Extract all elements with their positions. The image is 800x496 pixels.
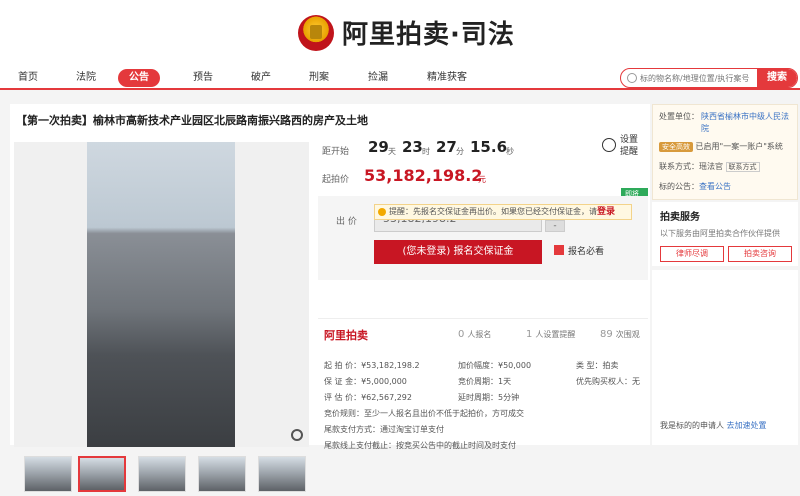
thumbnail[interactable] — [198, 456, 246, 492]
applicant-panel: 我是标的的申请人 去加速处置 — [652, 270, 798, 445]
nav-item-home[interactable]: 首页 — [18, 69, 38, 87]
view-label: 次围观 — [615, 330, 640, 339]
contact-name: 瑶法官 — [699, 162, 723, 171]
detail-delay: 延时周期：5分钟 — [458, 393, 520, 402]
clock-icon — [602, 138, 616, 152]
deposit-notice: 提醒：先报名交保证金再出价。如果您已经交付保证金，请登录 — [374, 204, 632, 220]
service-title: 拍卖服务 — [660, 212, 700, 223]
secure-badge: 安全高效 — [659, 142, 693, 152]
listing-panel: 【第一次拍卖】榆林市高新技术产业园区北辰路南振兴路西的房产及土地 距开始 29 … — [10, 104, 650, 492]
detail-deposit: 保 证 金：¥5,000,000 — [324, 377, 407, 386]
detail-deadline: 尾款线上支付截止：按竞买公告中的截止时间及时支付 — [324, 441, 516, 450]
countdown-days: 29 — [368, 138, 389, 156]
applicant-text: 我是标的的申请人 — [660, 421, 724, 430]
secure-text: 已启用"一案一账户"系统 — [695, 142, 783, 151]
search-icon — [627, 73, 637, 83]
set-reminder-button[interactable]: 设置提醒 — [598, 134, 648, 164]
seconds-unit: 秒 — [506, 147, 514, 156]
court-emblem-icon — [298, 14, 334, 51]
countdown-hours: 23 — [402, 138, 423, 156]
start-price-value: 53,182,198.2 — [364, 166, 483, 185]
listing-title: 【第一次拍卖】榆林市高新技术产业园区北辰路南振兴路西的房产及土地 — [16, 114, 368, 127]
minutes-unit: 分 — [456, 147, 464, 156]
detail-rule: 竞价规则：至少一人报名且出价不低于起拍价，方可成交 — [324, 409, 524, 418]
thumbnail[interactable] — [138, 456, 186, 492]
nav-item-notice[interactable]: 公告 — [118, 69, 160, 87]
thumbnail[interactable] — [24, 456, 72, 492]
sidebar: 处置单位： 陕西省榆林市中级人民法院 安全高效 已启用"一案一账户"系统 联系方… — [652, 104, 798, 445]
court-info: 处置单位： 陕西省榆林市中级人民法院 安全高效 已启用"一案一账户"系统 联系方… — [652, 104, 798, 200]
nav-item-preview[interactable]: 预告 — [193, 69, 213, 87]
accelerate-link[interactable]: 去加速处置 — [727, 421, 767, 430]
service-desc: 以下服务由阿里拍卖合作伙伴提供 — [660, 229, 780, 238]
search-button[interactable]: 搜索 — [757, 69, 797, 87]
price-unit: 元 — [478, 175, 486, 184]
nav-item-bankruptcy[interactable]: 破产 — [251, 69, 271, 87]
court-name-link[interactable]: 陕西省榆林市中级人民法院 — [701, 111, 795, 135]
unit-label: 处置单位： — [659, 112, 699, 121]
detail-payment: 尾款支付方式：通过淘宝订单支付 — [324, 425, 444, 434]
book-icon — [554, 245, 564, 255]
register-deposit-button[interactable]: (您未登录) 报名交保证金 — [374, 240, 542, 264]
nav-item-bargain[interactable]: 捡漏 — [368, 69, 388, 87]
decrease-bid-button[interactable]: - — [545, 220, 565, 232]
view-count: 89 次围观 — [600, 329, 640, 340]
reminder-label: 设置提醒 — [620, 135, 639, 157]
thumbnail-strip — [14, 456, 314, 496]
bulb-icon — [378, 208, 386, 216]
signup-num: 0 — [458, 329, 465, 340]
view-notice-link[interactable]: 查看公告 — [699, 182, 731, 191]
reminder-label-text: 人设置提醒 — [535, 330, 576, 339]
start-price-label: 起拍价 — [322, 175, 350, 185]
top-header: 阿里拍卖·司法 — [0, 0, 800, 66]
detail-start-price: 起 拍 价：¥53,182,198.2 — [324, 361, 420, 370]
thumbnail[interactable] — [258, 456, 306, 492]
nav-item-leads[interactable]: 精准获客 — [427, 69, 467, 87]
property-photo — [87, 142, 235, 447]
secure-row: 安全高效 已启用"一案一账户"系统 — [659, 141, 783, 152]
login-link[interactable]: 登录 — [597, 207, 615, 217]
start-price-row: 起拍价 53,182,198.2 元 — [318, 166, 618, 188]
detail-valuation: 评 估 价：¥62,567,292 — [324, 393, 412, 402]
must-read-link[interactable]: 报名必看 — [554, 244, 604, 257]
notice-text: 提醒：先报名交保证金再出价。如果您已经交付保证金，请 — [389, 207, 597, 216]
detail-cycle: 竞价周期：1天 — [458, 377, 512, 386]
detail-priority: 优先购买权人：无 — [576, 377, 640, 386]
must-read-label: 报名必看 — [568, 247, 605, 257]
auction-consult-button[interactable]: 拍卖咨询 — [728, 246, 792, 262]
detail-type: 类 型：拍卖 — [576, 361, 619, 370]
lawyer-check-button[interactable]: 律师尽调 — [660, 246, 724, 262]
main-nav: 首页 法院 公告 预告 破产 刑案 捡漏 精准获客 搜索 — [0, 66, 800, 90]
logo-text: 阿里拍卖·司法 — [342, 20, 515, 50]
contact-row: 联系方式：瑶法官 联系方式 — [659, 161, 760, 172]
notice-label: 标的公告： — [659, 182, 699, 191]
ali-auction-logo: 阿里拍卖 — [324, 329, 368, 342]
countdown-seconds: 15.6 — [470, 138, 508, 156]
countdown-minutes: 27 — [436, 138, 457, 156]
search-input[interactable] — [640, 69, 758, 87]
bid-label: 出 价 — [336, 217, 357, 227]
logo[interactable]: 阿里拍卖·司法 — [298, 14, 515, 51]
days-unit: 天 — [388, 147, 396, 156]
nav-item-criminal[interactable]: 刑案 — [309, 69, 329, 87]
applicant-row: 我是标的的申请人 去加速处置 — [660, 420, 767, 431]
contact-label: 联系方式： — [659, 162, 699, 171]
contact-button[interactable]: 联系方式 — [725, 162, 760, 172]
reminder-count: 1 人设置提醒 — [526, 329, 575, 340]
view-num: 89 — [600, 329, 613, 340]
signup-count: 0 人报名 — [458, 329, 491, 340]
stats-bar: 阿里拍卖 0 人报名 1 人设置提醒 89 次围观 — [318, 318, 648, 348]
notice-row: 标的公告：查看公告 — [659, 181, 731, 192]
nav-item-court[interactable]: 法院 — [76, 69, 96, 87]
hours-unit: 时 — [422, 147, 430, 156]
signup-label: 人报名 — [467, 330, 492, 339]
auction-services: 拍卖服务 以下服务由阿里拍卖合作伙伴提供 律师尽调 拍卖咨询 — [652, 202, 798, 266]
countdown-label: 距开始 — [322, 147, 350, 157]
search-box: 搜索 — [620, 68, 798, 88]
thumbnail-selected[interactable] — [78, 456, 126, 492]
zoom-icon[interactable] — [291, 429, 303, 441]
detail-increment: 加价幅度：¥50,000 — [458, 361, 532, 370]
main-photo[interactable] — [14, 142, 309, 447]
reminder-num: 1 — [526, 329, 533, 340]
